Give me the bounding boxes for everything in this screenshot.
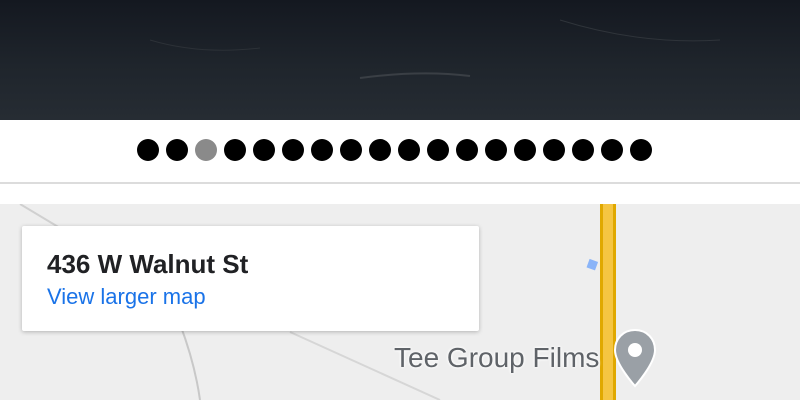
carousel-dot[interactable] (427, 139, 449, 161)
carousel-dot[interactable] (630, 139, 652, 161)
carousel-dot[interactable] (340, 139, 362, 161)
photo-image (149, 19, 721, 79)
carousel-dot[interactable] (456, 139, 478, 161)
address-label: 436 W Walnut St (47, 249, 249, 279)
carousel-dot[interactable] (282, 139, 304, 161)
carousel-dot[interactable] (166, 139, 188, 161)
map-marker-small (586, 258, 599, 271)
carousel-dot[interactable] (514, 139, 536, 161)
carousel-dot[interactable] (369, 139, 391, 161)
divider (0, 182, 800, 184)
carousel-dot[interactable] (224, 139, 246, 161)
photo-slide[interactable] (0, 0, 800, 120)
place-label[interactable]: Tee Group Films (394, 342, 599, 374)
carousel-dot[interactable] (311, 139, 333, 161)
carousel-dot[interactable] (543, 139, 565, 161)
carousel-dot[interactable] (137, 139, 159, 161)
carousel-dot[interactable] (572, 139, 594, 161)
carousel-dot[interactable] (253, 139, 275, 161)
carousel-dots (137, 139, 652, 163)
carousel-dot[interactable] (398, 139, 420, 161)
map-info-card: 436 W Walnut St View larger map (22, 226, 479, 331)
map-pin-icon[interactable] (613, 328, 657, 388)
view-larger-map-link[interactable]: View larger map (47, 284, 206, 310)
carousel-dot[interactable] (485, 139, 507, 161)
carousel-dot[interactable] (195, 139, 217, 161)
carousel-dot[interactable] (601, 139, 623, 161)
